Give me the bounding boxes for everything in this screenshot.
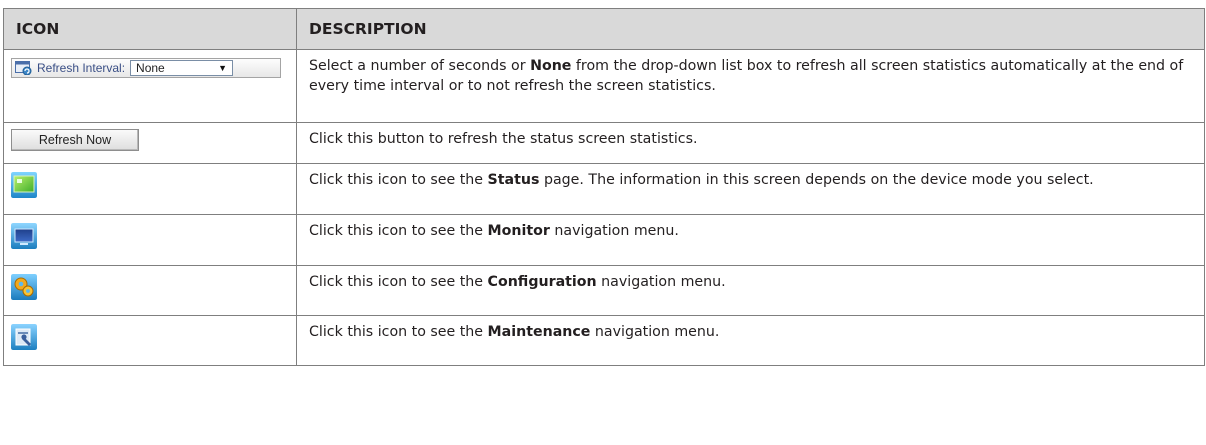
- table-row: Click this icon to see the Configuration…: [3, 265, 1205, 316]
- desc-bold: None: [530, 58, 572, 74]
- status-icon[interactable]: [11, 172, 37, 198]
- refresh-interval-label: Refresh Interval:: [37, 61, 126, 75]
- description-cell: Click this icon to see the Monitor navig…: [296, 214, 1205, 266]
- table-row: Click this icon to see the Maintenance n…: [3, 315, 1205, 366]
- table-row: Refresh Interval: None ▼ Select a number…: [3, 49, 1205, 123]
- icon-cell: [3, 163, 297, 215]
- desc-text: Click this icon to see the: [309, 274, 488, 290]
- icon-cell: Refresh Now: [3, 122, 297, 164]
- icon-cell: Refresh Interval: None ▼: [3, 49, 297, 123]
- refresh-interval-widget: Refresh Interval: None ▼: [11, 58, 281, 78]
- icon-cell: [3, 315, 297, 366]
- header-icon: ICON: [3, 8, 297, 50]
- desc-text: navigation menu.: [596, 274, 726, 290]
- desc-bold: Monitor: [487, 223, 550, 239]
- icon-description-table: ICON DESCRIPTION Refresh Interval: None …: [3, 8, 1205, 366]
- description-cell: Click this icon to see the Configuration…: [296, 265, 1205, 316]
- icon-cell: [3, 265, 297, 316]
- configuration-icon[interactable]: [11, 274, 37, 300]
- description-cell: Click this icon to see the Maintenance n…: [296, 315, 1205, 366]
- desc-text: Select a number of seconds or: [309, 58, 531, 74]
- desc-bold: Configuration: [487, 274, 597, 290]
- refresh-now-button[interactable]: Refresh Now: [11, 129, 139, 151]
- refresh-interval-icon: [15, 61, 33, 76]
- refresh-interval-selected: None: [136, 61, 165, 75]
- monitor-icon[interactable]: [11, 223, 37, 249]
- desc-text: page. The information in this screen dep…: [539, 172, 1094, 188]
- desc-text: navigation menu.: [590, 324, 720, 340]
- desc-text: Click this icon to see the: [309, 324, 488, 340]
- refresh-interval-select[interactable]: None ▼: [130, 60, 234, 76]
- desc-text: navigation menu.: [549, 223, 679, 239]
- desc-bold: Maintenance: [487, 324, 591, 340]
- table-row: Click this icon to see the Status page. …: [3, 163, 1205, 215]
- table-row: Refresh Now Click this button to refresh…: [3, 122, 1205, 164]
- table-row: Click this icon to see the Monitor navig…: [3, 214, 1205, 266]
- desc-text: Click this icon to see the: [309, 172, 488, 188]
- desc-text: Click this button to refresh the status …: [309, 131, 698, 147]
- description-cell: Click this button to refresh the status …: [296, 122, 1205, 164]
- description-cell: Click this icon to see the Status page. …: [296, 163, 1205, 215]
- desc-text: Click this icon to see the: [309, 223, 488, 239]
- icon-cell: [3, 214, 297, 266]
- desc-bold: Status: [487, 172, 540, 188]
- description-cell: Select a number of seconds or None from …: [296, 49, 1205, 123]
- maintenance-icon[interactable]: [11, 324, 37, 350]
- dropdown-arrow-icon: ▼: [218, 63, 228, 73]
- table-header-row: ICON DESCRIPTION: [3, 8, 1205, 50]
- header-description: DESCRIPTION: [296, 8, 1205, 50]
